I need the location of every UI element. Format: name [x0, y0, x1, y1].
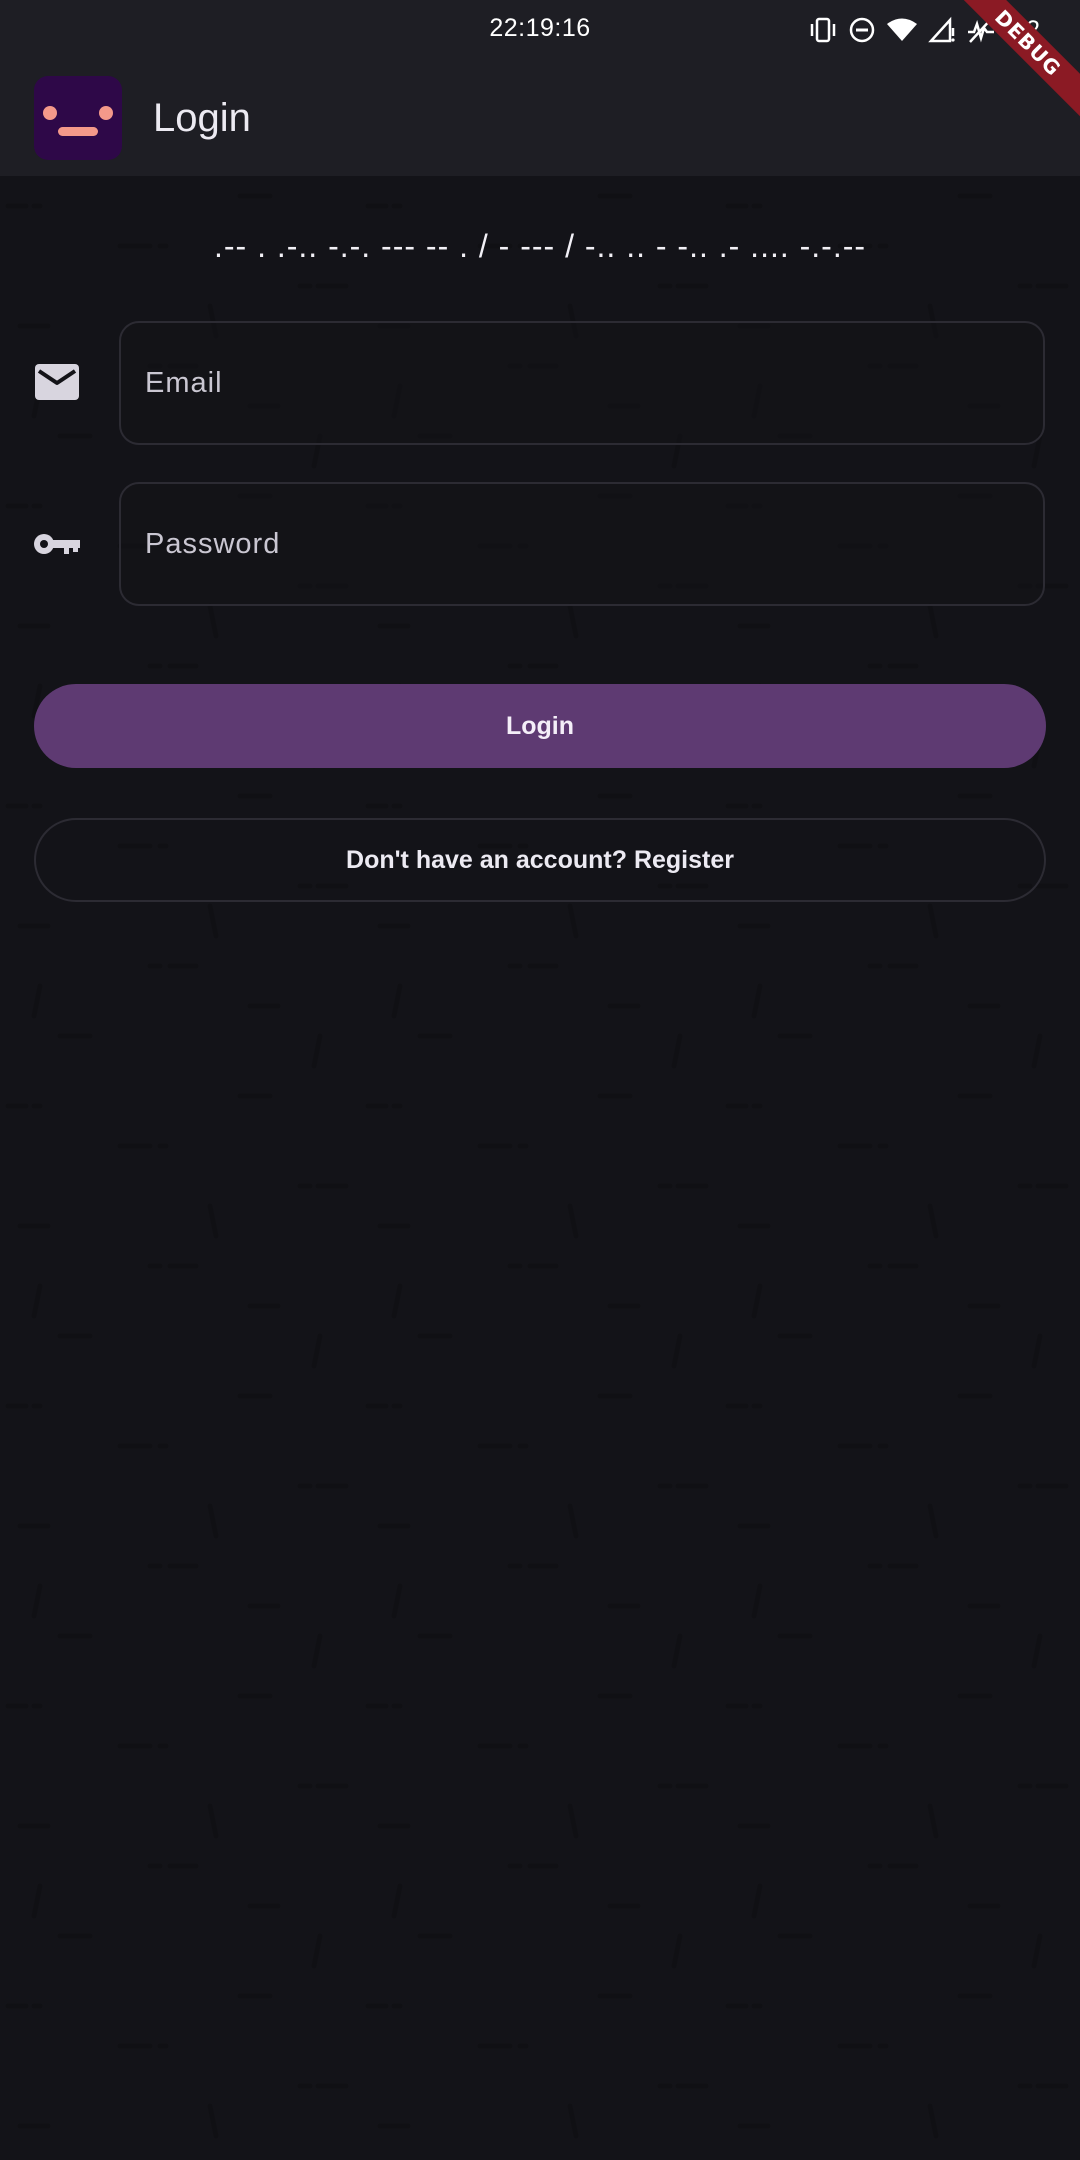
status-icons: 12 [808, 12, 1040, 48]
face-logo-icon [34, 76, 122, 160]
mail-icon [32, 361, 82, 405]
signal-icon [928, 16, 956, 44]
wifi-icon [886, 16, 918, 44]
app-bar: Login [0, 60, 1080, 176]
data-off-icon [966, 16, 996, 44]
email-row [0, 321, 1080, 445]
battery-level: 12 [1012, 15, 1040, 44]
vibrate-icon [808, 16, 838, 44]
email-input[interactable] [145, 323, 1015, 443]
register-button[interactable]: Don't have an account? Register [34, 818, 1046, 902]
do-not-disturb-icon [848, 16, 876, 44]
password-row [0, 482, 1080, 606]
morse-subtitle: .-- . .-.. -.-. --- -- . / - --- / -.. .… [213, 228, 867, 264]
password-field[interactable] [119, 482, 1045, 606]
background-pattern [0, 176, 1080, 2160]
status-bar: 22:19:16 12 [0, 0, 1080, 60]
password-input[interactable] [145, 484, 1015, 604]
login-screen: 22:19:16 12 Login DEBUG .-- . .-.. -.-. … [0, 0, 1080, 2160]
login-button[interactable]: Login [34, 684, 1046, 768]
email-field[interactable] [119, 321, 1045, 445]
page-title: Login [153, 96, 251, 140]
key-icon [32, 522, 82, 566]
